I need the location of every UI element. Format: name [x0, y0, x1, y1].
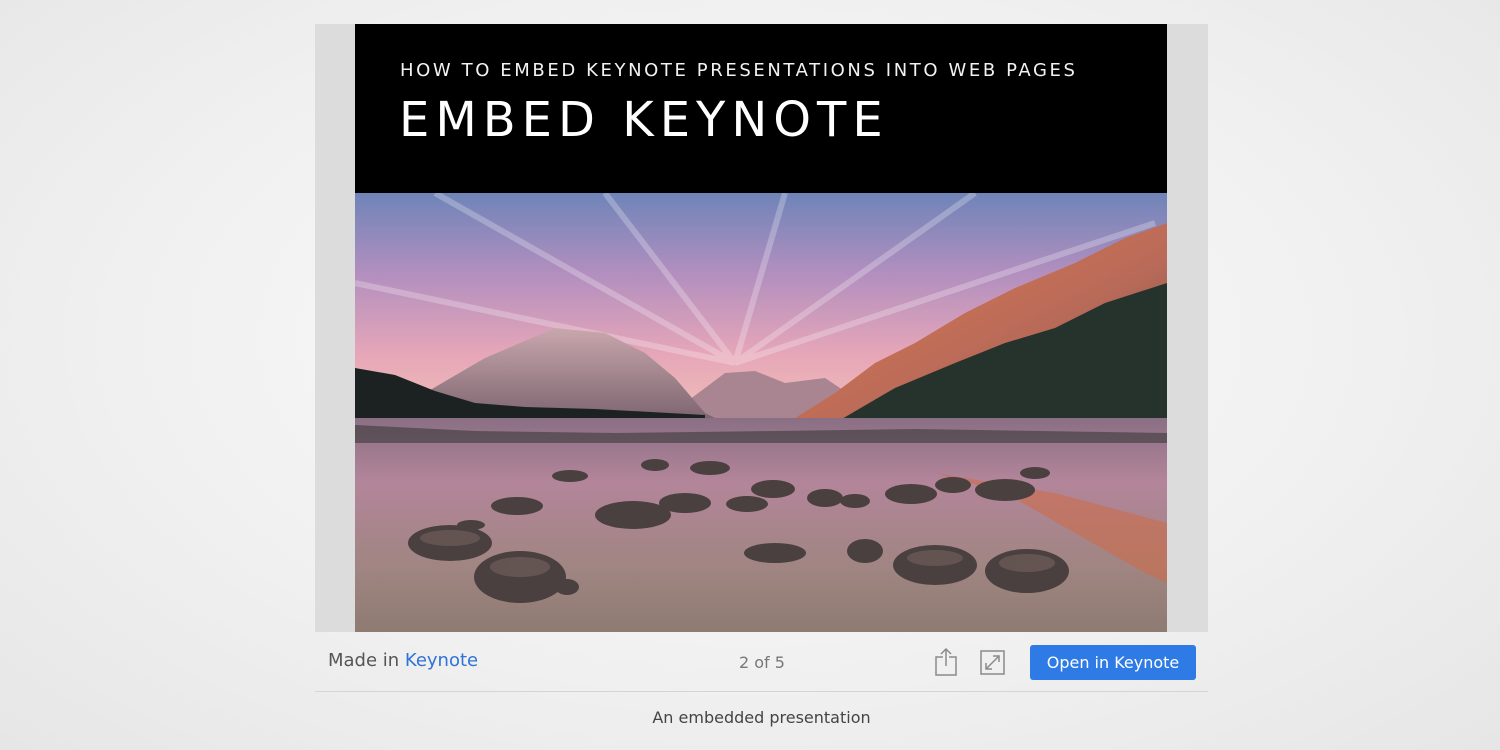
- open-in-keynote-button[interactable]: Open in Keynote: [1030, 645, 1196, 680]
- slide-subtitle: HOW TO EMBED KEYNOTE PRESENTATIONS INTO …: [400, 60, 1078, 81]
- made-in-label: Made in Keynote: [328, 650, 478, 671]
- made-in-prefix: Made in: [328, 650, 405, 671]
- caption: An embedded presentation: [652, 708, 871, 727]
- slide-photo: [355, 193, 1167, 632]
- slide-title: EMBED KEYNOTE: [399, 92, 889, 148]
- presentation-toolbar: Made in Keynote 2 of 5 Open in Keynote: [315, 632, 1208, 692]
- presentation-frame: HOW TO EMBED KEYNOTE PRESENTATIONS INTO …: [315, 24, 1208, 632]
- fullscreen-icon[interactable]: [978, 646, 1008, 678]
- slide-header: HOW TO EMBED KEYNOTE PRESENTATIONS INTO …: [355, 24, 1167, 193]
- share-icon[interactable]: [931, 646, 961, 678]
- slide[interactable]: HOW TO EMBED KEYNOTE PRESENTATIONS INTO …: [355, 24, 1167, 632]
- keynote-link[interactable]: Keynote: [405, 650, 478, 671]
- page-counter: 2 of 5: [739, 653, 785, 672]
